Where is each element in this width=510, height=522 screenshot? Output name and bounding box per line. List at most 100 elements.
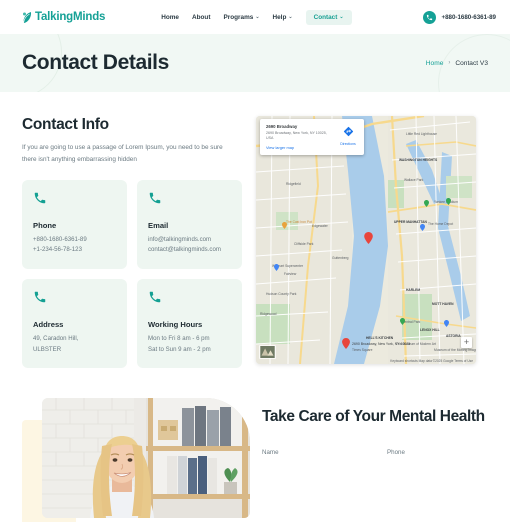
card-line: +1-234-56-78-123 xyxy=(33,246,82,254)
map-label: MOTT HAVEN xyxy=(432,302,454,306)
header-phone-number: +880-1680-6361-89 xyxy=(441,13,496,21)
map-label: Cliffside Park xyxy=(294,242,314,246)
breadcrumb-home-link[interactable]: Home xyxy=(426,60,444,67)
site-header: TalkingMinds Home About Programs ⌄ Help … xyxy=(0,0,510,34)
map-label: Hudson County Park xyxy=(266,292,297,296)
card-line: +880-1680-6361-89 xyxy=(33,235,87,243)
map-location-pin-secondary xyxy=(342,336,350,349)
contact-card-working-hours: Working Hours Mon to Fri 8 am - 6 pm Sat… xyxy=(137,279,242,369)
nav-item-programs[interactable]: Programs ⌄ xyxy=(223,14,259,21)
card-line: 49, Caradon Hill, xyxy=(33,335,79,342)
breadcrumb: Home › Contact V3 xyxy=(426,60,488,67)
map-label: Ridgefield xyxy=(286,182,301,186)
map-label: Wallace Park xyxy=(404,178,424,182)
nav-item-about[interactable]: About xyxy=(192,14,210,21)
nav-item-contact[interactable]: Contact ⌄ xyxy=(305,9,352,25)
card-title: Phone xyxy=(33,220,57,230)
chevron-down-icon: ⌄ xyxy=(288,13,293,20)
contact-card-address: Address 49, Caradon Hill, ULBSTER xyxy=(22,279,127,369)
map-attribution: Keyboard shortcuts Map data ©2025 Google… xyxy=(390,359,473,363)
card-title: Email xyxy=(148,220,169,230)
phone-icon xyxy=(33,290,117,309)
map-label: WASHINGTON HEIGHTS xyxy=(399,158,438,162)
card-line: Mon to Fri 8 am - 6 pm xyxy=(148,335,210,342)
page-root: TalkingMinds Home About Programs ⌄ Help … xyxy=(0,0,510,522)
directions-icon xyxy=(343,124,354,141)
nav-item-help[interactable]: Help ⌄ xyxy=(273,14,293,21)
phone-icon xyxy=(148,191,232,210)
smiling-woman-office-photo xyxy=(42,398,250,519)
brand-name: TalkingMinds xyxy=(35,11,106,23)
map-label: Little Red Lighthouse xyxy=(406,132,437,136)
map-zoom-in-button[interactable]: + xyxy=(461,337,472,348)
map-poi-marker xyxy=(420,218,425,231)
card-line: ULBSTER xyxy=(33,345,62,353)
map-label: LENOX HILL xyxy=(420,328,440,332)
chevron-down-icon: ⌄ xyxy=(255,13,260,20)
card-line: Sat to Sun 9 am - 2 pm xyxy=(148,345,211,353)
map-label: Times Square xyxy=(352,348,373,352)
map-pin-label: 2690 Broadway, New York, NY 10025 xyxy=(352,342,411,346)
card-line: info@talkingminds.com xyxy=(148,235,212,243)
contact-card-phone: Phone +880-1680-6361-89 +1-234-56-78-123 xyxy=(22,179,127,269)
map-label: Museum of the Moving Image xyxy=(434,348,476,352)
map-poi-marker xyxy=(282,216,287,229)
page-title: Contact Details xyxy=(22,51,169,74)
map-poi-marker xyxy=(424,194,429,207)
breadcrumb-current: Contact V3 xyxy=(455,59,488,67)
form-field-name: Name xyxy=(262,449,373,456)
map-label: Guttenberg xyxy=(332,256,349,260)
map-location-pin xyxy=(364,231,373,244)
map-label: HARLEM xyxy=(406,288,421,292)
card-title: Address xyxy=(33,320,64,329)
map-label: Ridgewood xyxy=(260,312,277,316)
map-poi-marker xyxy=(444,314,449,327)
nav-label: Contact xyxy=(313,13,338,21)
map-label: The Home Depot xyxy=(428,222,454,226)
map-directions-button[interactable]: Directions xyxy=(338,124,358,150)
nav-label: About xyxy=(192,13,211,21)
map-info-text: 2690 Broadway 2690 Broadway, New York, N… xyxy=(266,124,334,150)
phone-icon xyxy=(148,290,232,309)
map-label: ASTORIA xyxy=(446,334,461,338)
contact-cards-grid: Phone +880-1680-6361-89 +1-234-56-78-123… xyxy=(22,179,242,369)
map-label: Fairview xyxy=(284,272,297,276)
name-field-label: Name xyxy=(262,449,279,457)
nav-label: Home xyxy=(161,13,179,21)
nav-label: Help xyxy=(272,13,287,21)
map-poi-marker xyxy=(274,258,279,271)
view-larger-map-link[interactable]: View larger map xyxy=(266,145,334,150)
nav-item-home[interactable]: Home xyxy=(161,14,179,21)
contact-info-title: Contact Info xyxy=(22,116,109,133)
map-info-card[interactable]: 2690 Broadway 2690 Broadway, New York, N… xyxy=(260,119,364,155)
contact-card-email: Email info@talkingminds.com contact@talk… xyxy=(137,179,242,269)
bottom-section: Take Care of Your Mental Health Name Pho… xyxy=(0,368,510,522)
contact-form-column: Take Care of Your Mental Health Name Pho… xyxy=(262,398,510,518)
card-line: contact@talkingminds.com xyxy=(148,246,221,254)
brand-logo[interactable]: TalkingMinds xyxy=(22,11,105,24)
phone-icon xyxy=(33,191,117,210)
map-poi-marker xyxy=(400,312,405,325)
phone-circle-icon xyxy=(423,10,437,24)
contact-info-description: If you are going to use a passage of Lor… xyxy=(22,144,223,163)
main-nav: Home About Programs ⌄ Help ⌄ Contact ⌄ xyxy=(161,9,352,25)
leaf-logo-icon xyxy=(22,11,33,24)
map-info-address: 2690 Broadway, New York, NY 10025, USA xyxy=(266,130,327,140)
hero-banner: Contact Details Home › Contact V3 xyxy=(0,34,510,92)
main-content: Contact Info If you are going to use a p… xyxy=(0,92,510,369)
google-logo xyxy=(259,345,276,359)
form-row: Name Phone xyxy=(262,449,498,456)
map-label: The Cast Iron Pot xyxy=(286,220,312,224)
map-poi-marker xyxy=(446,192,451,205)
map-label: HELL'S KITCHEN xyxy=(366,336,394,340)
header-phone[interactable]: +880-1680-6361-89 xyxy=(423,10,496,24)
photo-container xyxy=(22,398,250,522)
phone-field-label: Phone xyxy=(387,449,405,457)
form-field-phone: Phone xyxy=(387,449,498,456)
card-title: Working Hours xyxy=(148,320,203,329)
map-label: Edgewater xyxy=(312,224,328,228)
form-title: Take Care of Your Mental Health xyxy=(262,408,485,426)
google-map-embed[interactable]: 2690 Broadway 2690 Broadway, New York, N… xyxy=(256,116,476,364)
breadcrumb-separator-icon: › xyxy=(448,60,451,66)
contact-info-column: Contact Info If you are going to use a p… xyxy=(22,116,242,369)
